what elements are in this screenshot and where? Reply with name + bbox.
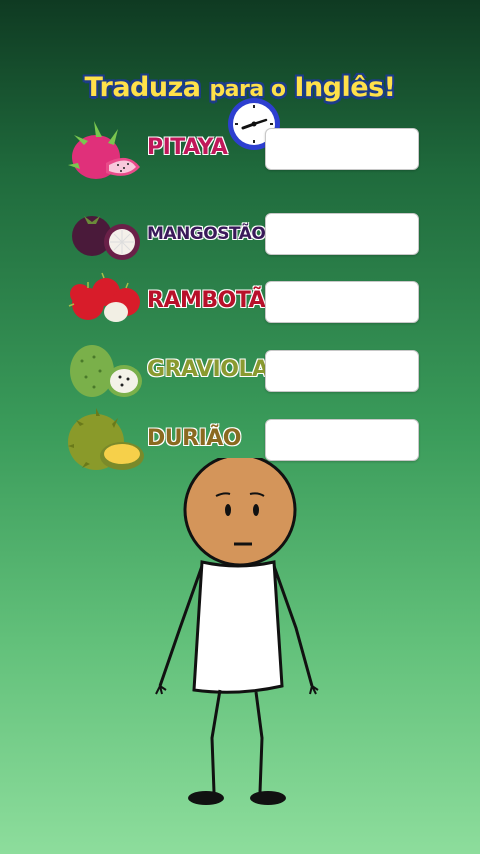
- durian-icon: [68, 408, 144, 470]
- mangosteen-icon: [72, 216, 140, 260]
- answer-box-graviola[interactable]: [265, 350, 419, 392]
- dragon-fruit-icon: [68, 121, 140, 179]
- title-word-ingles: Inglês!: [294, 72, 396, 103]
- fruit-row-mangostao: MANGOSTÃO: [66, 200, 426, 270]
- title-word-traduza: Traduza: [84, 72, 201, 103]
- fruit-label-graviola: GRAVIOLA: [147, 357, 269, 382]
- fruit-label-duriao: DURIÃO: [147, 426, 241, 451]
- fruit-row-graviola: GRAVIOLA: [66, 337, 426, 407]
- fruit-row-pitaya: PITAYA: [66, 115, 426, 185]
- answer-box-duriao[interactable]: [265, 419, 419, 461]
- soursop-icon: [70, 345, 142, 397]
- fruit-label-rambota: RAMBOTÃ: [147, 288, 266, 313]
- answer-box-pitaya[interactable]: [265, 128, 419, 170]
- fruit-label-pitaya: PITAYA: [147, 135, 228, 160]
- fruit-row-rambota: RAMBOTÃ: [66, 268, 426, 338]
- answer-box-mangostao[interactable]: [265, 213, 419, 255]
- fruit-label-mangostao: MANGOSTÃO: [147, 224, 266, 244]
- rambutan-icon: [68, 272, 140, 322]
- answer-box-rambota[interactable]: [265, 281, 419, 323]
- stick-figure-character: [155, 458, 319, 805]
